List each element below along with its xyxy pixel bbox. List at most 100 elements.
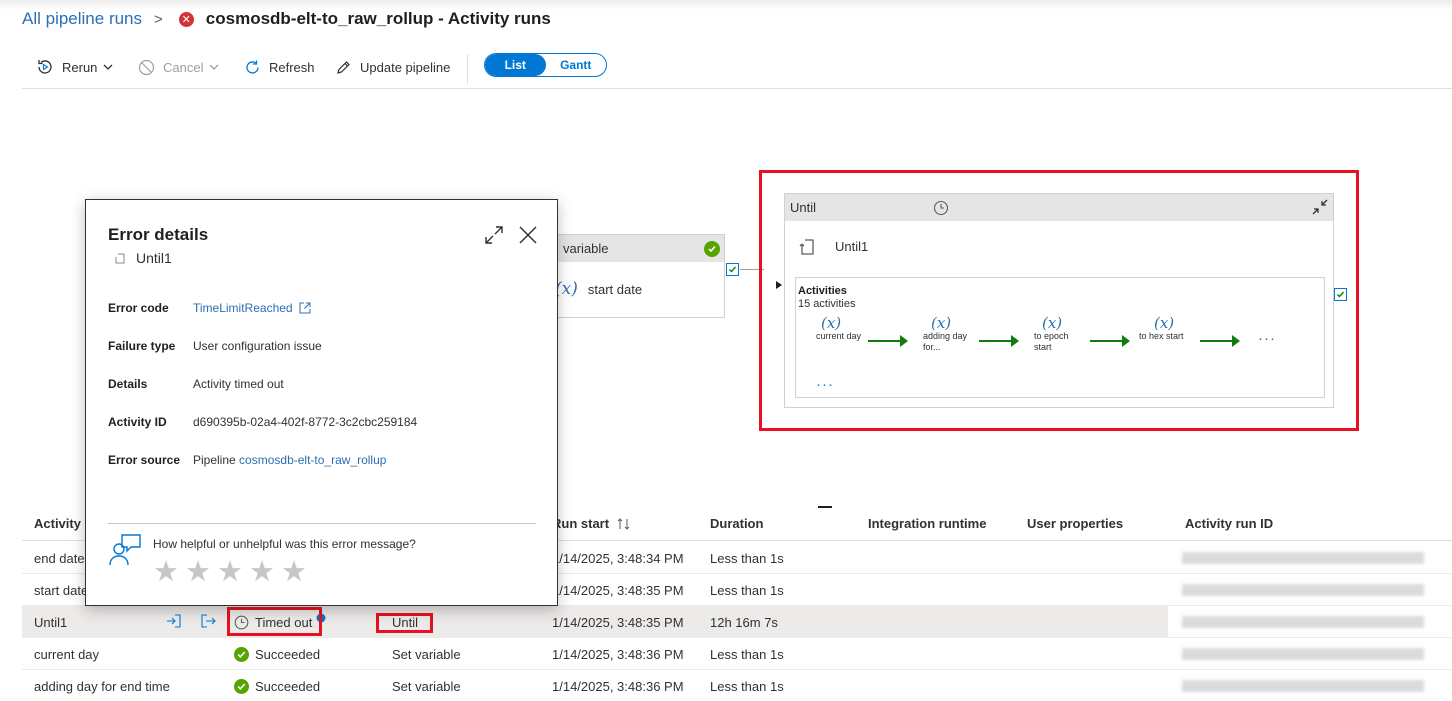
until-activity-name: Until1: [835, 238, 869, 254]
activity-body: (x) start date: [541, 262, 724, 316]
star-3-icon[interactable]: ★: [217, 556, 249, 588]
status-label: Succeeded: [255, 647, 321, 662]
success-output-checkbox[interactable]: [1334, 288, 1347, 301]
until-type-highlight-box: [376, 613, 433, 633]
collapse-icon[interactable]: [1311, 198, 1329, 216]
activity-run-id-cell: [1168, 574, 1452, 605]
details-label: Details: [108, 377, 148, 391]
until-activity-card[interactable]: Until Until1 Activities 15 activities (x…: [784, 193, 1334, 408]
column-header-run-start[interactable]: Run start: [552, 516, 631, 531]
run-start-cell: 1/14/2025, 3:48:36 PM: [552, 647, 684, 662]
flow-arrow-icon: [1090, 335, 1130, 347]
error-source-value: Pipeline cosmosdb-elt-to_raw_rollup: [193, 453, 386, 467]
error-source-label: Error source: [108, 453, 181, 467]
star-2-icon[interactable]: ★: [185, 556, 217, 588]
variable-icon: (x): [555, 279, 578, 299]
activity-run-id-cell: [1168, 606, 1452, 637]
clock-icon: [933, 200, 949, 216]
dialog-divider: [108, 523, 536, 524]
set-variable-activity-card[interactable]: variable (x) start date: [540, 234, 725, 318]
run-start-cell: 1/14/2025, 3:48:35 PM: [552, 615, 684, 630]
variable-icon: (x): [821, 314, 842, 332]
column-header-user-properties[interactable]: User properties: [1027, 516, 1123, 531]
activity-run-id-cell: [1168, 638, 1452, 669]
inner-activity-adding-day[interactable]: (x) adding day for...: [923, 316, 971, 353]
inner-activity-to-epoch-start[interactable]: (x) to epoch start: [1034, 316, 1082, 353]
star-4-icon[interactable]: ★: [249, 556, 281, 588]
error-code-link[interactable]: TimeLimitReached: [193, 301, 293, 315]
flow-arrow-icon: [979, 335, 1019, 347]
update-pipeline-button[interactable]: Update pipeline: [335, 52, 450, 82]
activity-type-cell: Set variable: [392, 647, 461, 662]
status-cell: Succeeded: [234, 679, 320, 694]
column-header-activity-name[interactable]: Activity n: [34, 516, 93, 531]
view-toggle: List Gantt: [484, 53, 607, 77]
details-value: Activity timed out: [193, 377, 284, 391]
flow-arrow-icon: [1200, 335, 1240, 347]
activity-name-cell: end date: [34, 551, 85, 566]
gantt-view-tab[interactable]: Gantt: [546, 54, 607, 76]
column-header-integration-runtime[interactable]: Integration runtime: [868, 516, 986, 531]
input-icon[interactable]: [166, 614, 182, 631]
activity-name-cell: current day: [34, 647, 100, 662]
feedback-person-icon: [109, 534, 141, 566]
table-row[interactable]: adding day for end time Succeeded Set va…: [22, 670, 1452, 701]
error-source-row: Error source Pipeline cosmosdb-elt-to_ra…: [108, 453, 386, 467]
refresh-label: Refresh: [269, 59, 315, 75]
activity-run-id-cell: [1168, 670, 1452, 701]
success-check-icon: [234, 647, 249, 662]
inner-activity-label: to epoch start: [1034, 331, 1069, 352]
more-activities-icon[interactable]: ···: [816, 376, 834, 393]
activity-name-cell: adding day for end time: [34, 679, 170, 694]
flow-arrow-icon: [868, 335, 908, 347]
breadcrumb-separator: >: [154, 10, 163, 28]
inner-activity-to-hex-start[interactable]: (x) to hex start: [1139, 316, 1209, 342]
activity-type-cell: Set variable: [392, 679, 461, 694]
duration-cell: Less than 1s: [710, 551, 784, 566]
duration-cell: Less than 1s: [710, 583, 784, 598]
breadcrumb: All pipeline runs > ✕ cosmosdb-elt-to_ra…: [22, 9, 551, 29]
chevron-down-icon: [210, 64, 219, 70]
toolbar-divider: [467, 54, 468, 84]
failure-type-label: Failure type: [108, 339, 176, 353]
duration-cell: Less than 1s: [710, 647, 784, 662]
failure-type-value: User configuration issue: [193, 339, 322, 353]
external-link-icon[interactable]: [299, 302, 311, 314]
error-code-row: Error code TimeLimitReached: [108, 301, 311, 315]
rerun-button[interactable]: Rerun: [36, 52, 121, 82]
duration-cell: 12h 16m 7s: [710, 615, 778, 630]
until-loop-icon: [115, 253, 125, 264]
more-activities-icon[interactable]: ···: [1258, 330, 1276, 347]
output-icon[interactable]: [200, 614, 216, 631]
until-header: Until: [785, 194, 1333, 221]
all-pipeline-runs-link[interactable]: All pipeline runs: [22, 9, 142, 29]
inner-activity-label: current day: [816, 331, 862, 341]
success-output-checkbox[interactable]: [726, 263, 739, 276]
inner-activity-label: to hex start: [1139, 331, 1184, 341]
cancel-label: Cancel: [163, 59, 204, 75]
cancel-button[interactable]: Cancel: [138, 52, 227, 82]
pipeline-link[interactable]: cosmosdb-elt-to_raw_rollup: [239, 453, 386, 467]
refresh-button[interactable]: Refresh: [244, 52, 315, 82]
column-header-activity-run-id[interactable]: Activity run ID: [1185, 516, 1273, 531]
timed-out-highlight-box: [227, 607, 322, 636]
close-icon[interactable]: [518, 225, 538, 245]
expand-icon[interactable]: [484, 225, 504, 245]
failed-status-icon: ✕: [178, 11, 194, 27]
success-check-icon: [704, 241, 720, 257]
status-cell: Succeeded: [234, 647, 320, 662]
column-header-duration[interactable]: Duration: [710, 516, 763, 531]
table-row[interactable]: current day Succeeded Set variable 1/14/…: [22, 638, 1452, 670]
until-loop-icon: [799, 239, 814, 255]
update-pipeline-label: Update pipeline: [360, 59, 451, 75]
checkmark-icon: [1337, 291, 1345, 298]
list-view-tab[interactable]: List: [485, 54, 546, 76]
inner-activity-current-day[interactable]: (x) current day: [816, 314, 876, 342]
star-1-icon[interactable]: ★: [153, 556, 185, 588]
activities-count: 15 activities: [798, 298, 856, 310]
redacted-run-id: [1182, 616, 1424, 628]
chevron-down-icon: [103, 64, 113, 70]
failure-type-row: Failure type User configuration issue: [108, 339, 322, 353]
star-5-icon[interactable]: ★: [281, 556, 313, 588]
activity-name: start date: [587, 281, 643, 297]
